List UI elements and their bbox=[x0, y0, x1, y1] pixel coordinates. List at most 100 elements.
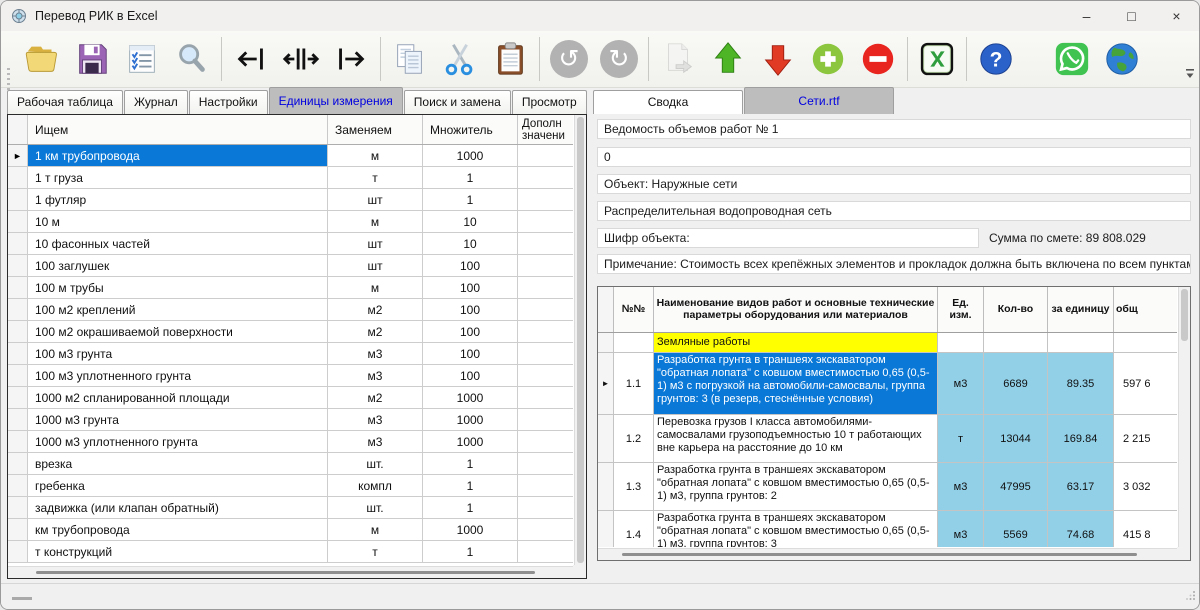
tab-working-table[interactable]: Рабочая таблица bbox=[7, 90, 123, 114]
toolbar-button-arrow-down-red[interactable] bbox=[753, 34, 803, 84]
row-selector-cell[interactable] bbox=[8, 431, 28, 452]
multiplier-cell[interactable]: 1 bbox=[423, 453, 518, 474]
toolbar-button-export-document[interactable] bbox=[653, 34, 703, 84]
total-cell[interactable]: 597 6 bbox=[1114, 353, 1177, 414]
multiplier-cell[interactable]: 1 bbox=[423, 189, 518, 210]
replace-cell[interactable]: шт. bbox=[328, 453, 423, 474]
total-cell[interactable]: 3 032 bbox=[1114, 463, 1177, 510]
replace-cell[interactable]: т bbox=[328, 167, 423, 188]
multiplier-cell[interactable]: 1000 bbox=[423, 519, 518, 540]
toolbar-button-plus-green[interactable] bbox=[803, 34, 853, 84]
works-header-qty[interactable]: Кол-во bbox=[984, 287, 1048, 332]
extra-value-cell[interactable] bbox=[518, 453, 573, 474]
units-header-extra[interactable]: Дополн значени bbox=[518, 115, 573, 144]
works-header-name[interactable]: Наименование видов работ и основные техн… bbox=[654, 287, 938, 332]
toolbar-button-redo[interactable]: ↻ bbox=[594, 34, 644, 84]
multiplier-cell[interactable]: 100 bbox=[423, 277, 518, 298]
object-input[interactable]: Объект: Наружные сети bbox=[597, 174, 1191, 194]
table-row[interactable]: гребенкакомпл1 bbox=[8, 475, 573, 497]
toolbar-button-copy[interactable] bbox=[385, 34, 435, 84]
work-name-cell[interactable]: Перевозка грузов I класса автомобилями-с… bbox=[654, 415, 938, 462]
replace-cell[interactable]: т bbox=[328, 541, 423, 562]
works-header-price[interactable]: за единицу bbox=[1048, 287, 1114, 332]
minimize-button[interactable]: – bbox=[1064, 1, 1109, 31]
find-cell[interactable]: 100 м3 уплотненного грунта bbox=[28, 365, 328, 386]
unit-cell[interactable]: м3 bbox=[938, 353, 984, 414]
extra-value-cell[interactable] bbox=[518, 233, 573, 254]
extra-value-cell[interactable] bbox=[518, 255, 573, 276]
replace-cell[interactable]: м2 bbox=[328, 387, 423, 408]
num-cell[interactable]: 1.1 bbox=[614, 353, 654, 414]
works-row[interactable]: ►1.1Разработка грунта в траншеях экскава… bbox=[598, 353, 1177, 415]
find-cell[interactable]: гребенка bbox=[28, 475, 328, 496]
units-header-replace[interactable]: Заменяем bbox=[328, 115, 423, 144]
maximize-button[interactable]: □ bbox=[1109, 1, 1154, 31]
row-selector-cell[interactable] bbox=[8, 321, 28, 342]
num-cell[interactable]: 1.3 bbox=[614, 463, 654, 510]
tab-settings[interactable]: Настройки bbox=[189, 90, 268, 114]
row-selector-cell[interactable]: ► bbox=[8, 145, 28, 166]
units-h-scrollbar[interactable] bbox=[8, 566, 573, 578]
find-cell[interactable]: 100 м2 креплений bbox=[28, 299, 328, 320]
replace-cell[interactable]: шт bbox=[328, 189, 423, 210]
qty-cell[interactable]: 6689 bbox=[984, 353, 1048, 414]
toolbar-button-save-floppy[interactable] bbox=[67, 34, 117, 84]
row-selector-cell[interactable]: ► bbox=[598, 353, 614, 414]
find-cell[interactable]: 1 футляр bbox=[28, 189, 328, 210]
replace-cell[interactable]: м bbox=[328, 519, 423, 540]
extra-value-cell[interactable] bbox=[518, 475, 573, 496]
extra-value-cell[interactable] bbox=[518, 431, 573, 452]
extra-value-cell[interactable] bbox=[518, 145, 573, 166]
replace-cell[interactable]: м bbox=[328, 211, 423, 232]
find-cell[interactable]: 1 т груза bbox=[28, 167, 328, 188]
toolbar-button-help[interactable]: ? bbox=[971, 34, 1021, 84]
row-selector-cell[interactable] bbox=[8, 255, 28, 276]
row-selector-cell[interactable] bbox=[8, 343, 28, 364]
units-header-multiplier[interactable]: Множитель bbox=[423, 115, 518, 144]
find-cell[interactable]: 1000 м3 уплотненного грунта bbox=[28, 431, 328, 452]
extra-value-cell[interactable] bbox=[518, 387, 573, 408]
find-cell[interactable]: км трубопровода bbox=[28, 519, 328, 540]
row-selector-cell[interactable] bbox=[8, 211, 28, 232]
find-cell[interactable]: 1000 м2 спланированной площади bbox=[28, 387, 328, 408]
table-row[interactable]: 100 м3 грунтам3100 bbox=[8, 343, 573, 365]
row-selector-cell[interactable] bbox=[8, 189, 28, 210]
table-row[interactable]: 100 м2 окрашиваемой поверхностим2100 bbox=[8, 321, 573, 343]
table-row[interactable]: 100 м2 крепленийм2100 bbox=[8, 299, 573, 321]
unit-cell[interactable]: т bbox=[938, 415, 984, 462]
extra-value-cell[interactable] bbox=[518, 277, 573, 298]
works-header-unit[interactable]: Ед. изм. bbox=[938, 287, 984, 332]
row-selector-cell[interactable] bbox=[8, 365, 28, 386]
row-selector-cell[interactable] bbox=[8, 475, 28, 496]
replace-cell[interactable]: шт. bbox=[328, 497, 423, 518]
multiplier-cell[interactable]: 1 bbox=[423, 475, 518, 496]
extra-value-cell[interactable] bbox=[518, 321, 573, 342]
row-selector-cell[interactable] bbox=[598, 415, 614, 462]
extra-value-cell[interactable] bbox=[518, 541, 573, 562]
replace-cell[interactable]: м3 bbox=[328, 365, 423, 386]
close-button[interactable]: × bbox=[1154, 1, 1199, 31]
price-cell[interactable]: 169.84 bbox=[1048, 415, 1114, 462]
extra-value-cell[interactable] bbox=[518, 167, 573, 188]
num-cell[interactable]: 1.2 bbox=[614, 415, 654, 462]
toolbar-button-expand-columns[interactable] bbox=[276, 34, 326, 84]
total-cell[interactable]: 2 215 bbox=[1114, 415, 1177, 462]
toolbar-button-collapse-column-left[interactable] bbox=[226, 34, 276, 84]
table-row[interactable]: 10 фасонных частейшт10 bbox=[8, 233, 573, 255]
statement-title-input[interactable]: Ведомость объемов работ № 1 bbox=[597, 119, 1191, 139]
toolbar-button-minus-red[interactable] bbox=[853, 34, 903, 84]
multiplier-cell[interactable]: 1000 bbox=[423, 145, 518, 166]
works-header-num[interactable]: №№ bbox=[614, 287, 654, 332]
replace-cell[interactable]: шт bbox=[328, 255, 423, 276]
multiplier-cell[interactable]: 100 bbox=[423, 299, 518, 320]
price-cell[interactable]: 89.35 bbox=[1048, 353, 1114, 414]
num-cell[interactable]: 1.4 bbox=[614, 511, 654, 547]
multiplier-cell[interactable]: 100 bbox=[423, 255, 518, 276]
replace-cell[interactable]: м3 bbox=[328, 431, 423, 452]
row-selector-cell[interactable] bbox=[8, 453, 28, 474]
find-cell[interactable]: 10 м bbox=[28, 211, 328, 232]
scrollbar-thumb[interactable] bbox=[577, 117, 584, 563]
table-row[interactable]: 100 м трубым100 bbox=[8, 277, 573, 299]
multiplier-cell[interactable]: 1000 bbox=[423, 431, 518, 452]
section-name-cell[interactable]: Земляные работы bbox=[654, 333, 938, 352]
